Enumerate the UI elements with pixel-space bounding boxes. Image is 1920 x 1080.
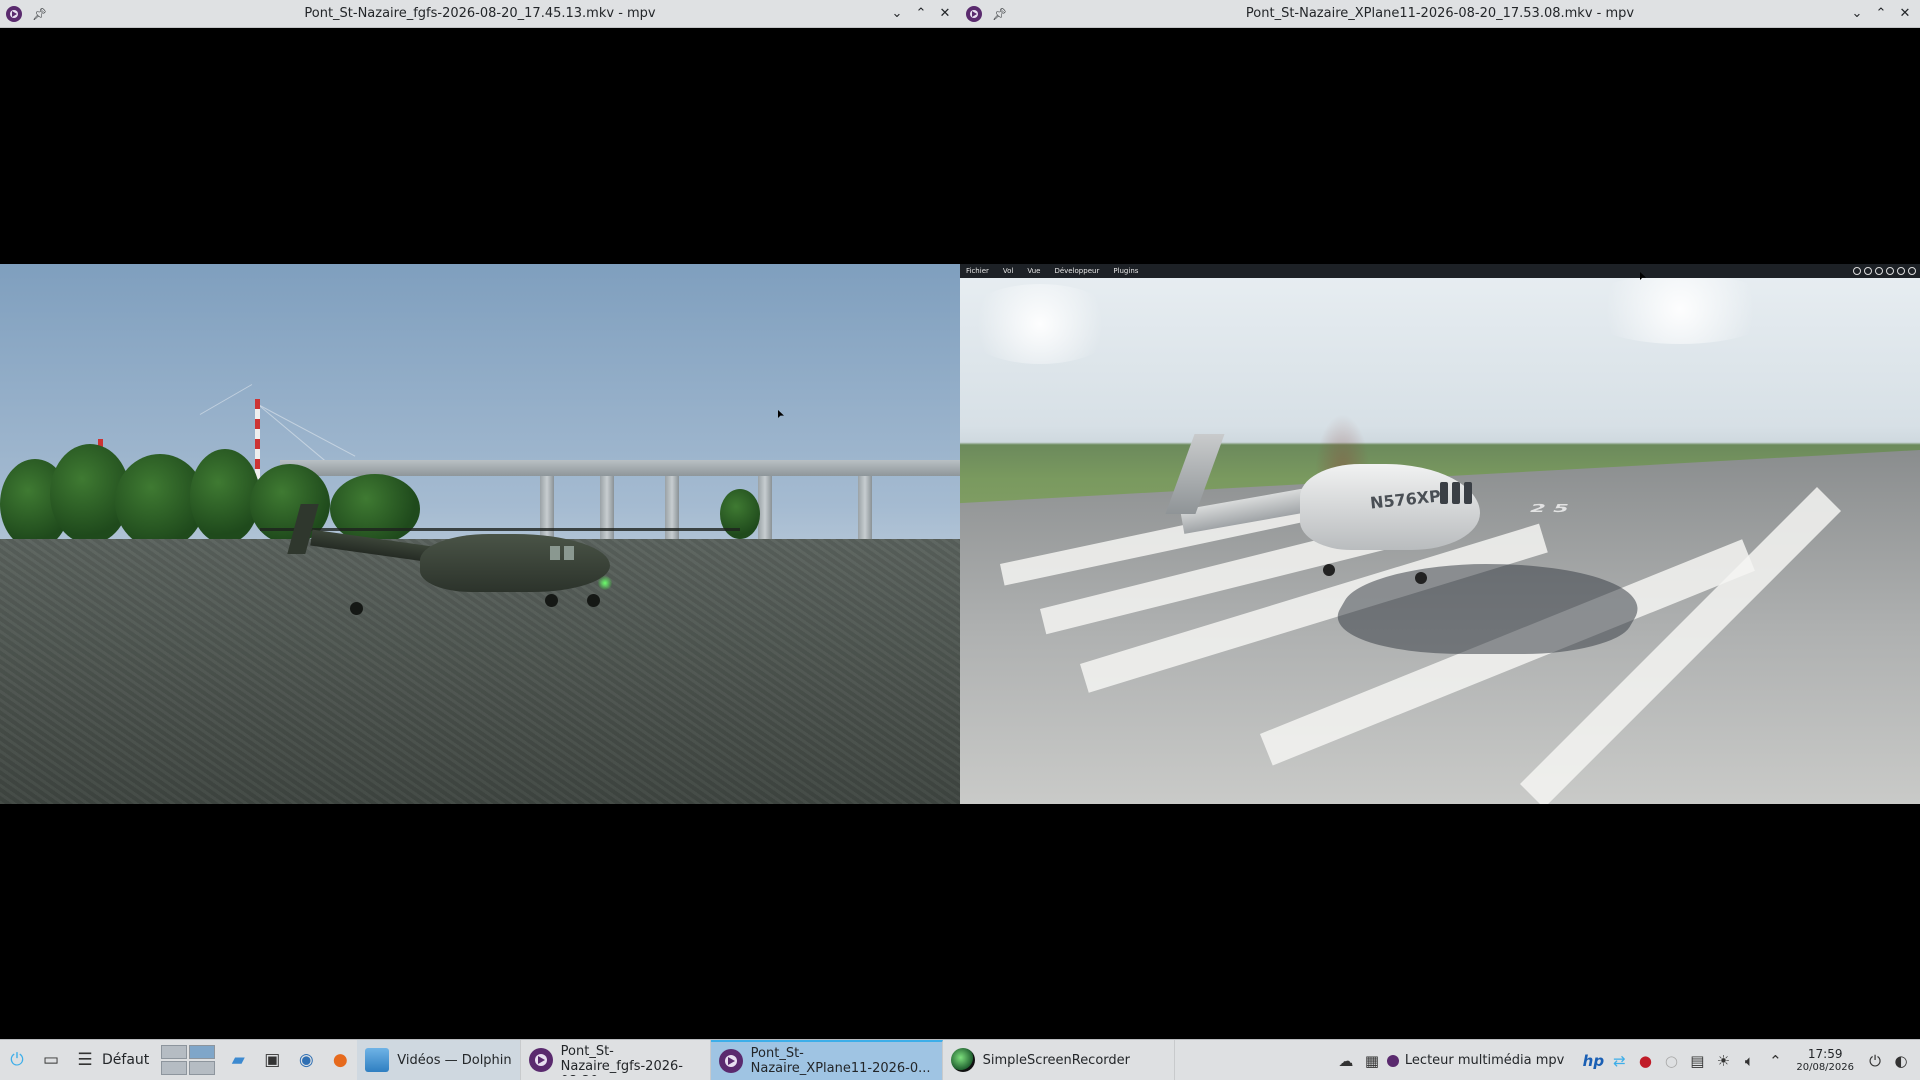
firefox-icon[interactable]: ● bbox=[326, 1046, 354, 1074]
xplane-status-icons bbox=[1853, 267, 1916, 275]
window-title: Pont_St-Nazaire_fgfs-2026-08-20_17.45.13… bbox=[304, 6, 656, 21]
dolphin-icon bbox=[365, 1048, 390, 1072]
task-simplescreenrecorder[interactable]: SimpleScreenRecorder bbox=[943, 1039, 1175, 1080]
window-title: Pont_St-Nazaire_XPlane11-2026-08-20_17.5… bbox=[1245, 6, 1635, 21]
video-frame-xplane[interactable]: 2 5 Fichier Vol Vue Développeur Plugins … bbox=[960, 264, 1920, 804]
xplane-menu-vue: Vue bbox=[1027, 267, 1041, 275]
xplane-menu-vol: Vol bbox=[1002, 267, 1014, 275]
bridge-cable bbox=[199, 384, 253, 415]
desktop-4[interactable] bbox=[189, 1061, 216, 1075]
browser-icon[interactable]: ◉ bbox=[292, 1046, 320, 1074]
virtual-desktop-pager[interactable] bbox=[161, 1045, 216, 1075]
helicopter-s76: N576XP bbox=[1140, 404, 1560, 604]
clock-time: 17:59 bbox=[1807, 1046, 1843, 1061]
desktop: 📌︎ Pont_St-Nazaire_fgfs-2026-08-20_17.45… bbox=[0, 0, 1920, 1080]
task-label: Pont_St- Nazaire_XPlane11-2026-0... bbox=[750, 1046, 931, 1076]
task-mpv-xplane[interactable]: Pont_St- Nazaire_XPlane11-2026-0... bbox=[710, 1039, 943, 1080]
titlebar[interactable]: 📌︎ Pont_St-Nazaire_XPlane11-2026-08-20_1… bbox=[960, 0, 1920, 28]
cloud bbox=[960, 284, 1120, 364]
close-button[interactable]: ✕ bbox=[936, 4, 954, 22]
activities-icon[interactable]: ☰ bbox=[71, 1046, 99, 1074]
media-player-label: Lecteur multimédia mpv bbox=[1404, 1053, 1565, 1068]
task-mpv-fgfs[interactable]: Pont_St- Nazaire_fgfs-2026-08-20_... bbox=[521, 1039, 711, 1080]
clock[interactable]: 17:59 20/08/2026 bbox=[1796, 1046, 1854, 1074]
app-launcher-icon[interactable]: ⏻ bbox=[3, 1046, 31, 1074]
record-icon[interactable]: ● bbox=[1634, 1050, 1656, 1072]
volume-icon[interactable]: 🔈︎ bbox=[1738, 1050, 1760, 1072]
mpv-window-fgfs[interactable]: 📌︎ Pont_St-Nazaire_fgfs-2026-08-20_17.45… bbox=[0, 0, 960, 1039]
mpv-icon bbox=[718, 1049, 743, 1073]
mpv-icon bbox=[528, 1048, 553, 1072]
mpv-icon[interactable] bbox=[966, 6, 982, 22]
maximize-button[interactable]: ⌃ bbox=[912, 4, 930, 22]
taskbar: ⏻ ▭ ☰ Défaut ▰ ▣ ◉ ● Vidéos — Dolphin Po… bbox=[0, 1039, 1920, 1080]
pin-icon[interactable]: 📌︎ bbox=[32, 7, 47, 21]
xplane-menu-plugins: Plugins bbox=[1113, 267, 1139, 275]
system-tray: ☁ ▦ Lecteur multimédia mpv hp ⇄ ● ○ ▤ ☀ … bbox=[1335, 1040, 1920, 1080]
helicopter-blackhawk bbox=[260, 494, 740, 624]
mpv-icon bbox=[1386, 1054, 1399, 1067]
tree bbox=[720, 489, 760, 539]
titlebar[interactable]: 📌︎ Pont_St-Nazaire_fgfs-2026-08-20_17.45… bbox=[0, 0, 960, 28]
clipboard-icon[interactable]: ○ bbox=[1660, 1050, 1682, 1072]
maximize-button[interactable]: ⌃ bbox=[1872, 4, 1890, 22]
task-label: SimpleScreenRecorder bbox=[982, 1052, 1130, 1068]
calculator-icon[interactable]: ▦ bbox=[1361, 1050, 1383, 1072]
desktop-2[interactable] bbox=[189, 1045, 216, 1059]
notes-icon[interactable]: ▤ bbox=[1686, 1050, 1708, 1072]
task-dolphin[interactable]: Vidéos — Dolphin bbox=[357, 1039, 521, 1080]
minimize-button[interactable]: ⌄ bbox=[888, 4, 906, 22]
close-button[interactable]: ✕ bbox=[1896, 4, 1914, 22]
bridge-pillar bbox=[758, 476, 772, 540]
pin-icon[interactable]: 📌︎ bbox=[992, 7, 1007, 21]
mouse-cursor bbox=[778, 410, 784, 418]
clock-date: 20/08/2026 bbox=[1796, 1061, 1854, 1073]
cloud bbox=[1580, 274, 1780, 344]
chevron-up-icon[interactable]: ⌃ bbox=[1764, 1050, 1786, 1072]
arrow-icon[interactable]: ◐ bbox=[1890, 1050, 1912, 1072]
weather-icon[interactable]: ☁ bbox=[1335, 1050, 1357, 1072]
show-desktop-icon[interactable]: ▭ bbox=[37, 1046, 65, 1074]
task-label: Vidéos — Dolphin bbox=[397, 1052, 512, 1068]
bridge-pillar bbox=[858, 476, 872, 540]
mpv-window-xplane[interactable]: 📌︎ Pont_St-Nazaire_XPlane11-2026-08-20_1… bbox=[960, 0, 1920, 1039]
power-icon[interactable]: ⏻ bbox=[1864, 1050, 1886, 1072]
xplane-menu-fichier: Fichier bbox=[966, 267, 989, 275]
activity-label[interactable]: Défaut bbox=[102, 1052, 149, 1068]
hp-icon[interactable]: hp bbox=[1582, 1050, 1604, 1072]
brightness-icon[interactable]: ☀ bbox=[1712, 1050, 1734, 1072]
task-label: Pont_St- Nazaire_fgfs-2026-08-20_... bbox=[560, 1044, 683, 1076]
folder-icon[interactable]: ▰ bbox=[224, 1046, 252, 1074]
desktop-3[interactable] bbox=[161, 1061, 188, 1075]
media-player-tray[interactable]: Lecteur multimédia mpv bbox=[1386, 1053, 1565, 1068]
xplane-menu-bar: Fichier Vol Vue Développeur Plugins bbox=[960, 264, 1920, 278]
xplane-menu-developpeur: Développeur bbox=[1054, 267, 1100, 275]
ssr-icon bbox=[950, 1048, 975, 1072]
video-frame-fgfs[interactable] bbox=[0, 264, 960, 804]
network-icon[interactable]: ⇄ bbox=[1608, 1050, 1630, 1072]
minimize-button[interactable]: ⌄ bbox=[1848, 4, 1866, 22]
mpv-icon[interactable] bbox=[6, 6, 22, 22]
desktop-1[interactable] bbox=[161, 1045, 188, 1059]
terminal-icon[interactable]: ▣ bbox=[258, 1046, 286, 1074]
